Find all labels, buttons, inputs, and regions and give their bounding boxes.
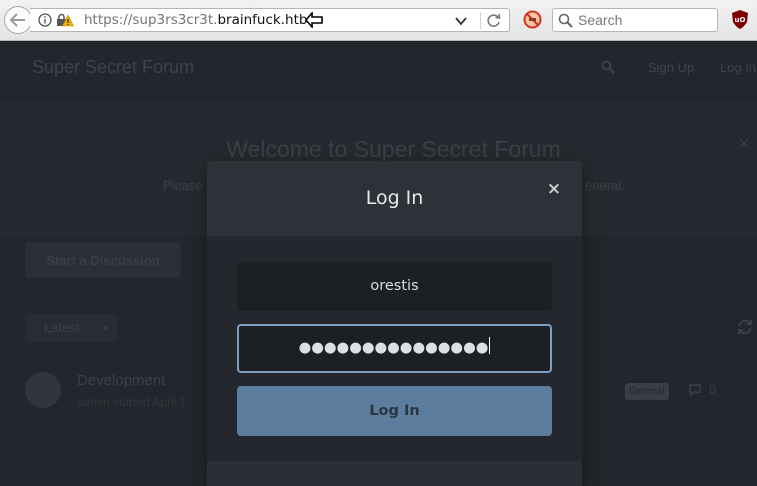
url-bar[interactable]: https://sup3rs3cr3t.brainfuck.htb [30, 8, 510, 32]
sort-dropdown[interactable]: Latest ▼ [25, 314, 117, 342]
modal-body: orestis ●●●●●●●●●●●●●●● Log In [207, 236, 582, 461]
nav-signup-link[interactable]: Sign Up [648, 60, 694, 75]
hero-text-end: eneral. [585, 178, 625, 193]
url-text[interactable]: https://sup3rs3cr3t.brainfuck.htb [84, 12, 307, 28]
sort-label: Latest [44, 320, 80, 335]
hero-close-icon[interactable]: × [738, 134, 751, 152]
login-submit-button[interactable]: Log In [237, 386, 552, 436]
modal-footer [207, 461, 582, 486]
comment-icon [689, 384, 701, 397]
chevron-down-icon[interactable] [454, 14, 468, 28]
password-field[interactable]: ●●●●●●●●●●●●●●● [237, 324, 552, 373]
insecure-lock-icon[interactable] [56, 13, 74, 27]
forum-title[interactable]: Super Secret Forum [32, 57, 194, 78]
info-icon[interactable] [38, 13, 52, 27]
nav-login-link[interactable]: Log In [720, 60, 756, 75]
ublock-shield-icon[interactable]: uO [731, 9, 749, 30]
modal-header: Log In × [207, 161, 582, 236]
url-separator [480, 12, 481, 29]
avatar[interactable] [25, 372, 61, 408]
start-discussion-button[interactable]: Start a Discussion [25, 242, 181, 278]
discussion-title[interactable]: Development [77, 372, 165, 389]
password-mask: ●●●●●●●●●●●●●●● [298, 340, 489, 356]
hero-text-start: Please [163, 178, 203, 193]
pointer-cursor-icon [305, 12, 323, 28]
discussion-meta: admin started April 1 [77, 395, 187, 409]
search-icon[interactable] [601, 60, 615, 74]
modal-title: Log In [365, 187, 424, 209]
text-caret [489, 337, 491, 354]
search-bar[interactable]: Search [552, 8, 718, 32]
url-host: brainfuck.htb [217, 12, 308, 28]
tag-badge[interactable]: General [625, 383, 669, 400]
browser-toolbar: https://sup3rs3cr3t.brainfuck.htb Search… [0, 0, 757, 41]
caret-down-icon: ▼ [101, 323, 110, 333]
no-script-extension-icon[interactable] [523, 10, 542, 29]
reply-count: 0 [709, 382, 717, 397]
svg-text:uO: uO [735, 16, 746, 24]
username-field[interactable]: orestis [237, 262, 552, 311]
search-placeholder: Search [578, 12, 623, 28]
arrow-left-icon [10, 13, 25, 27]
back-button[interactable] [4, 6, 32, 34]
close-icon[interactable]: × [546, 180, 562, 198]
search-icon [558, 13, 573, 28]
refresh-icon[interactable] [737, 319, 753, 335]
reload-icon[interactable] [486, 13, 502, 29]
url-prefix: https://sup3rs3cr3t. [84, 12, 218, 28]
login-modal: Log In × orestis ●●●●●●●●●●●●●●● Log In [207, 161, 582, 486]
hero-title: Welcome to Super Secret Forum [226, 136, 561, 162]
